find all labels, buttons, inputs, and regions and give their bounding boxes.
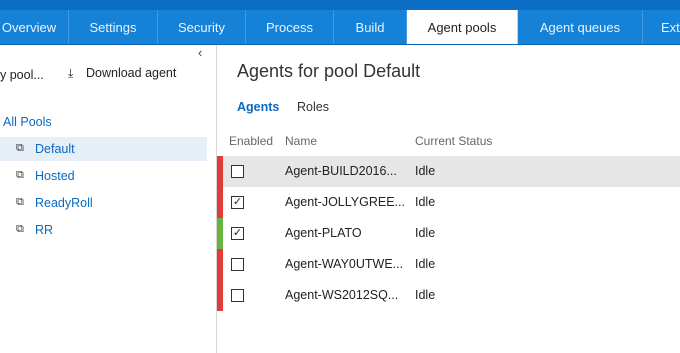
enabled-checkbox[interactable] bbox=[231, 165, 244, 178]
status-indicator bbox=[217, 187, 223, 218]
table-row[interactable]: Agent-WS2012SQ... Idle bbox=[217, 280, 680, 311]
all-pools-link[interactable]: All Pools bbox=[3, 115, 52, 129]
agent-name[interactable]: Agent-WAY0UTWE... bbox=[285, 257, 403, 271]
agent-name[interactable]: Agent-BUILD2016... bbox=[285, 164, 397, 178]
admin-tab-bar: Overview Settings Security Process Build… bbox=[0, 10, 680, 45]
enabled-checkbox[interactable] bbox=[231, 258, 244, 271]
table-row[interactable]: ✓ Agent-JOLLYGREE... Idle bbox=[217, 187, 680, 218]
tab-agents[interactable]: Agents bbox=[237, 100, 279, 114]
agent-name[interactable]: Agent-WS2012SQ... bbox=[285, 288, 398, 302]
status-indicator bbox=[217, 156, 223, 187]
pools-sidebar: ‹ y pool... ⤓ Download agent All Pools ⧉ … bbox=[0, 45, 217, 353]
tab-settings[interactable]: Settings bbox=[69, 10, 158, 44]
pool-label: Hosted bbox=[35, 169, 75, 183]
pool-label: ReadyRoll bbox=[35, 196, 93, 210]
enabled-checkbox[interactable] bbox=[231, 289, 244, 302]
top-strip bbox=[0, 0, 680, 10]
column-header-enabled[interactable]: Enabled bbox=[229, 134, 273, 148]
pool-item-rr[interactable]: ⧉ RR bbox=[0, 218, 207, 242]
tab-build[interactable]: Build bbox=[334, 10, 407, 44]
tab-agent-pools[interactable]: Agent pools bbox=[407, 10, 518, 44]
chevron-left-icon[interactable]: ‹ bbox=[198, 45, 210, 60]
status-indicator bbox=[217, 280, 223, 311]
agent-status: Idle bbox=[415, 164, 436, 178]
page-title: Agents for pool Default bbox=[237, 61, 421, 81]
tab-security[interactable]: Security bbox=[158, 10, 246, 44]
tab-extensions[interactable]: Ext bbox=[643, 10, 680, 44]
tab-roles[interactable]: Roles bbox=[297, 100, 329, 114]
agent-pool-icon: ⧉ bbox=[16, 142, 24, 154]
agent-status: Idle bbox=[415, 288, 436, 302]
status-indicator bbox=[217, 218, 223, 249]
agents-panel: Agents for pool Default Agents Roles Ena… bbox=[217, 45, 680, 353]
pool-item-default[interactable]: ⧉ Default bbox=[0, 137, 207, 161]
agent-pool-icon: ⧉ bbox=[16, 223, 24, 235]
column-header-status[interactable]: Current Status bbox=[415, 134, 492, 148]
tab-agent-queues[interactable]: Agent queues bbox=[518, 10, 643, 44]
agent-status: Idle bbox=[415, 257, 436, 271]
agent-name[interactable]: Agent-PLATO bbox=[285, 226, 362, 240]
pool-label: RR bbox=[35, 223, 54, 237]
status-indicator bbox=[217, 249, 223, 280]
table-row[interactable]: Agent-WAY0UTWE... Idle bbox=[217, 249, 680, 280]
enabled-checkbox[interactable]: ✓ bbox=[231, 196, 244, 209]
table-row[interactable]: ✓ Agent-PLATO Idle bbox=[217, 218, 680, 249]
table-row[interactable]: Agent-BUILD2016... Idle bbox=[217, 156, 680, 187]
agent-status: Idle bbox=[415, 195, 436, 209]
agent-status: Idle bbox=[415, 226, 436, 240]
download-agent-label: Download agent bbox=[86, 66, 177, 80]
download-agent-button[interactable]: ⤓ Download agent bbox=[68, 66, 176, 81]
enabled-checkbox[interactable]: ✓ bbox=[231, 227, 244, 240]
pool-label: Default bbox=[35, 142, 75, 156]
agent-name[interactable]: Agent-JOLLYGREE... bbox=[285, 195, 405, 209]
agent-pool-icon: ⧉ bbox=[16, 169, 24, 181]
pool-item-hosted[interactable]: ⧉ Hosted bbox=[0, 164, 207, 188]
tab-process[interactable]: Process bbox=[246, 10, 334, 44]
column-header-name[interactable]: Name bbox=[285, 134, 317, 148]
new-pool-button[interactable]: y pool... bbox=[0, 68, 44, 82]
download-icon: ⤓ bbox=[68, 66, 74, 80]
pool-item-readyroll[interactable]: ⧉ ReadyRoll bbox=[0, 191, 207, 215]
tab-overview[interactable]: Overview bbox=[0, 10, 69, 44]
agent-pool-icon: ⧉ bbox=[16, 196, 24, 208]
